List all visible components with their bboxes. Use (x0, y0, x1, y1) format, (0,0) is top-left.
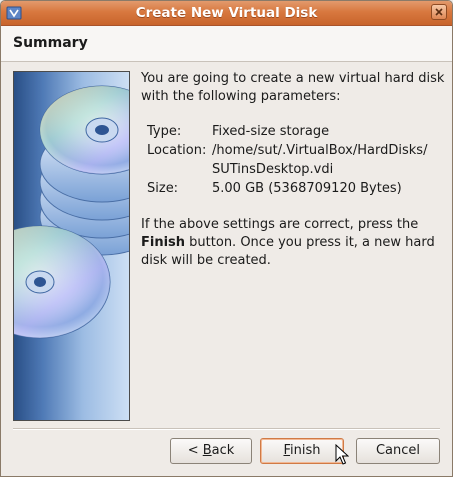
finish-label-rest: inish (290, 443, 321, 458)
wizard-side-image (13, 71, 130, 421)
back-prefix: < (187, 443, 203, 458)
note-finish-emphasis: Finish (141, 235, 186, 250)
cancel-button[interactable]: Cancel (356, 438, 440, 464)
param-row-location: Location: /home/sut/.VirtualBox/HardDisk… (147, 141, 427, 179)
location-line-1: /home/sut/.VirtualBox/HardDisks/ (212, 143, 428, 158)
page-header: Summary (1, 26, 452, 62)
param-label: Size: (147, 181, 179, 196)
param-value: 5.00 GB (5368709120 Bytes) (212, 181, 402, 196)
back-button[interactable]: < Back (170, 438, 252, 464)
note-prefix: If the above settings are correct, press… (141, 217, 419, 232)
param-label: Location: (147, 143, 207, 158)
title-bar[interactable]: Create New Virtual Disk (1, 1, 452, 26)
param-label: Type: (147, 124, 182, 139)
param-row-type: Type: Fixed-size storage (147, 122, 427, 141)
mouse-pointer-icon (335, 444, 349, 465)
window-title: Create New Virtual Disk (135, 5, 318, 21)
disk-stack-illustration (14, 85, 129, 339)
parameters-table: Type: Fixed-size storage Location: /home… (147, 122, 427, 198)
note-suffix: button. Once you press it, a new hard di… (141, 235, 435, 268)
create-virtual-disk-dialog: Create New Virtual Disk Summary You are … (0, 0, 453, 477)
finish-button[interactable]: Finish (260, 438, 344, 464)
param-row-size: Size: 5.00 GB (5368709120 Bytes) (147, 179, 427, 198)
location-line-2: SUTinsDesktop.vdi (212, 162, 334, 177)
back-mnemonic: B (202, 443, 212, 458)
intro-text: You are going to create a new virtual ha… (141, 71, 445, 104)
page-title: Summary (13, 35, 88, 51)
back-label-rest: ack (211, 443, 235, 458)
summary-content: You are going to create a new virtual ha… (141, 70, 446, 270)
close-icon (435, 8, 443, 16)
button-separator (13, 428, 440, 430)
param-value: /home/sut/.VirtualBox/HardDisks/ SUTinsD… (212, 141, 427, 179)
param-value: Fixed-size storage (212, 124, 330, 139)
close-button[interactable] (431, 4, 447, 20)
confirmation-note: If the above settings are correct, press… (141, 216, 446, 270)
